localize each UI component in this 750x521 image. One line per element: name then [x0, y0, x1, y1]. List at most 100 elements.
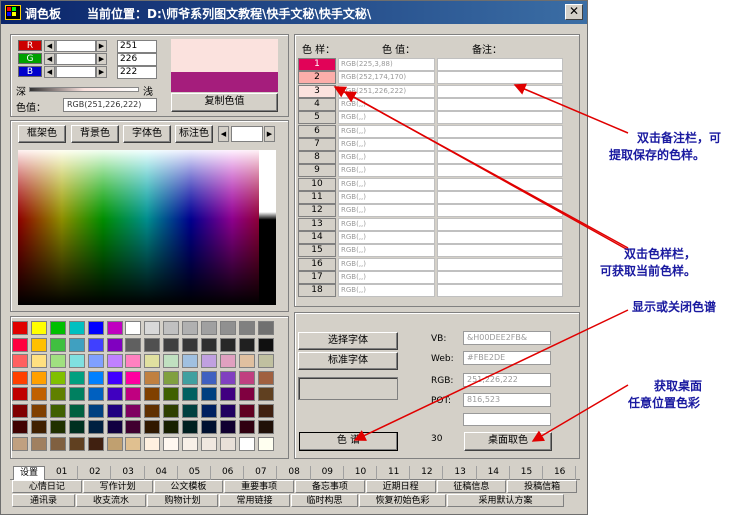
tab-settings[interactable]: 设置 — [13, 466, 45, 480]
color-swatch[interactable] — [87, 387, 104, 401]
tab-05[interactable]: 05 — [179, 466, 211, 480]
vb-value-field[interactable]: &H00DEE2FB& — [463, 331, 551, 345]
color-swatch[interactable] — [87, 321, 104, 335]
color-swatch[interactable] — [201, 321, 217, 335]
color-swatch[interactable] — [201, 354, 217, 368]
color-swatch[interactable] — [106, 354, 123, 368]
spectrum-toggle-button[interactable]: 色 谱 — [299, 432, 398, 451]
tab-15[interactable]: 15 — [511, 466, 543, 480]
saved-color-swatch-cell[interactable]: 5 — [298, 111, 336, 125]
color-swatch[interactable] — [49, 321, 66, 335]
tab-10[interactable]: 10 — [345, 466, 377, 480]
color-swatch[interactable] — [182, 436, 199, 451]
color-swatch[interactable] — [219, 337, 236, 352]
saved-color-swatch-cell[interactable]: 9 — [298, 164, 336, 178]
color-swatch[interactable] — [144, 403, 161, 418]
b-value-field[interactable]: 222 — [117, 66, 157, 79]
color-swatch[interactable] — [182, 420, 199, 434]
color-swatch[interactable] — [30, 436, 47, 451]
tab-scroll-left[interactable]: ◀ — [218, 126, 229, 142]
color-swatch[interactable] — [30, 337, 47, 352]
rgb-code-field[interactable]: 251,226,222 — [463, 373, 551, 387]
menu-item[interactable]: 征稿信息 — [436, 480, 507, 493]
color-swatch[interactable] — [201, 387, 217, 401]
saved-color-note-cell[interactable] — [437, 71, 563, 85]
menu-item[interactable]: 通讯录 — [12, 494, 75, 507]
color-swatch[interactable] — [238, 436, 255, 451]
mark-color-tab[interactable]: 标注色 — [175, 125, 213, 143]
saved-color-note-cell[interactable] — [437, 137, 563, 151]
color-swatch[interactable] — [182, 403, 199, 418]
tab-scroll-right[interactable]: ▶ — [264, 126, 275, 142]
color-swatch[interactable] — [12, 370, 28, 385]
tab-11[interactable]: 11 — [378, 466, 411, 480]
color-swatch[interactable] — [144, 354, 161, 368]
saved-color-swatch-cell[interactable]: 2 — [298, 71, 336, 85]
color-swatch[interactable] — [257, 354, 274, 368]
color-swatch[interactable] — [182, 387, 199, 401]
frame-color-tab[interactable]: 框架色 — [18, 125, 66, 143]
tab-02[interactable]: 02 — [79, 466, 112, 480]
color-swatch[interactable] — [30, 387, 47, 401]
saved-color-value-cell[interactable]: RGB(,,) — [338, 244, 435, 258]
g-value-field[interactable]: 226 — [117, 53, 157, 66]
color-swatch[interactable] — [238, 387, 255, 401]
color-swatch[interactable] — [12, 387, 28, 401]
color-swatch[interactable] — [257, 420, 274, 434]
saved-color-note-cell[interactable] — [437, 284, 563, 298]
color-swatch[interactable] — [30, 403, 47, 418]
menu-item[interactable]: 购物计划 — [147, 494, 218, 507]
color-swatch[interactable] — [12, 354, 28, 368]
saved-color-value-cell[interactable]: RGB(251,226,222) — [338, 84, 435, 98]
color-swatch[interactable] — [257, 387, 274, 401]
color-swatch[interactable] — [87, 370, 104, 385]
color-swatch[interactable] — [257, 370, 274, 385]
menu-item[interactable]: 常用链接 — [219, 494, 290, 507]
color-swatch[interactable] — [87, 354, 104, 368]
saved-color-value-cell[interactable]: RGB(,,) — [338, 111, 435, 125]
saved-color-swatch-cell[interactable]: 16 — [298, 257, 336, 271]
color-swatch[interactable] — [182, 321, 199, 335]
color-swatch[interactable] — [219, 387, 236, 401]
saved-color-note-cell[interactable] — [437, 270, 563, 284]
font-color-tab[interactable]: 字体色 — [123, 125, 171, 143]
saved-color-note-cell[interactable] — [437, 217, 563, 231]
color-swatch[interactable] — [125, 403, 142, 418]
saved-color-swatch-cell[interactable]: 18 — [298, 284, 336, 298]
saved-color-value-cell[interactable]: RGB(,,) — [338, 257, 435, 271]
menu-item[interactable]: 投稿信箱 — [507, 480, 577, 493]
color-swatch[interactable] — [163, 420, 180, 434]
saved-color-swatch-cell[interactable]: 11 — [298, 191, 336, 204]
color-swatch[interactable] — [68, 337, 85, 352]
color-swatch[interactable] — [68, 370, 85, 385]
menu-item[interactable]: 心情日记 — [12, 480, 82, 493]
color-swatch[interactable] — [257, 337, 274, 352]
saved-color-note-cell[interactable] — [437, 204, 563, 218]
saved-color-value-cell[interactable]: RGB(,,) — [338, 97, 435, 111]
color-swatch[interactable] — [106, 403, 123, 418]
color-swatch[interactable] — [87, 436, 104, 451]
color-swatch[interactable] — [106, 337, 123, 352]
saved-color-note-cell[interactable] — [437, 177, 563, 191]
color-value-field[interactable]: RGB(251,226,222) — [63, 98, 157, 112]
color-swatch[interactable] — [144, 321, 161, 335]
color-swatch[interactable] — [106, 420, 123, 434]
menu-item[interactable]: 备忘事项 — [295, 480, 365, 493]
color-swatch[interactable] — [30, 354, 47, 368]
saved-color-note-cell[interactable] — [437, 151, 563, 165]
color-swatch[interactable] — [201, 370, 217, 385]
tab-scroll-thumb[interactable] — [231, 126, 263, 142]
color-swatch[interactable] — [238, 321, 255, 335]
color-swatch[interactable] — [238, 337, 255, 352]
color-swatch[interactable] — [125, 387, 142, 401]
saved-color-note-cell[interactable] — [437, 58, 563, 71]
color-swatch[interactable] — [125, 337, 142, 352]
color-swatch[interactable] — [68, 420, 85, 434]
tab-03[interactable]: 03 — [113, 466, 145, 480]
tab-07[interactable]: 07 — [245, 466, 278, 480]
color-swatch[interactable] — [125, 436, 142, 451]
color-swatch[interactable] — [12, 420, 28, 434]
tab-01[interactable]: 01 — [46, 466, 79, 480]
color-swatch[interactable] — [106, 370, 123, 385]
menu-item[interactable]: 重要事项 — [224, 480, 294, 493]
